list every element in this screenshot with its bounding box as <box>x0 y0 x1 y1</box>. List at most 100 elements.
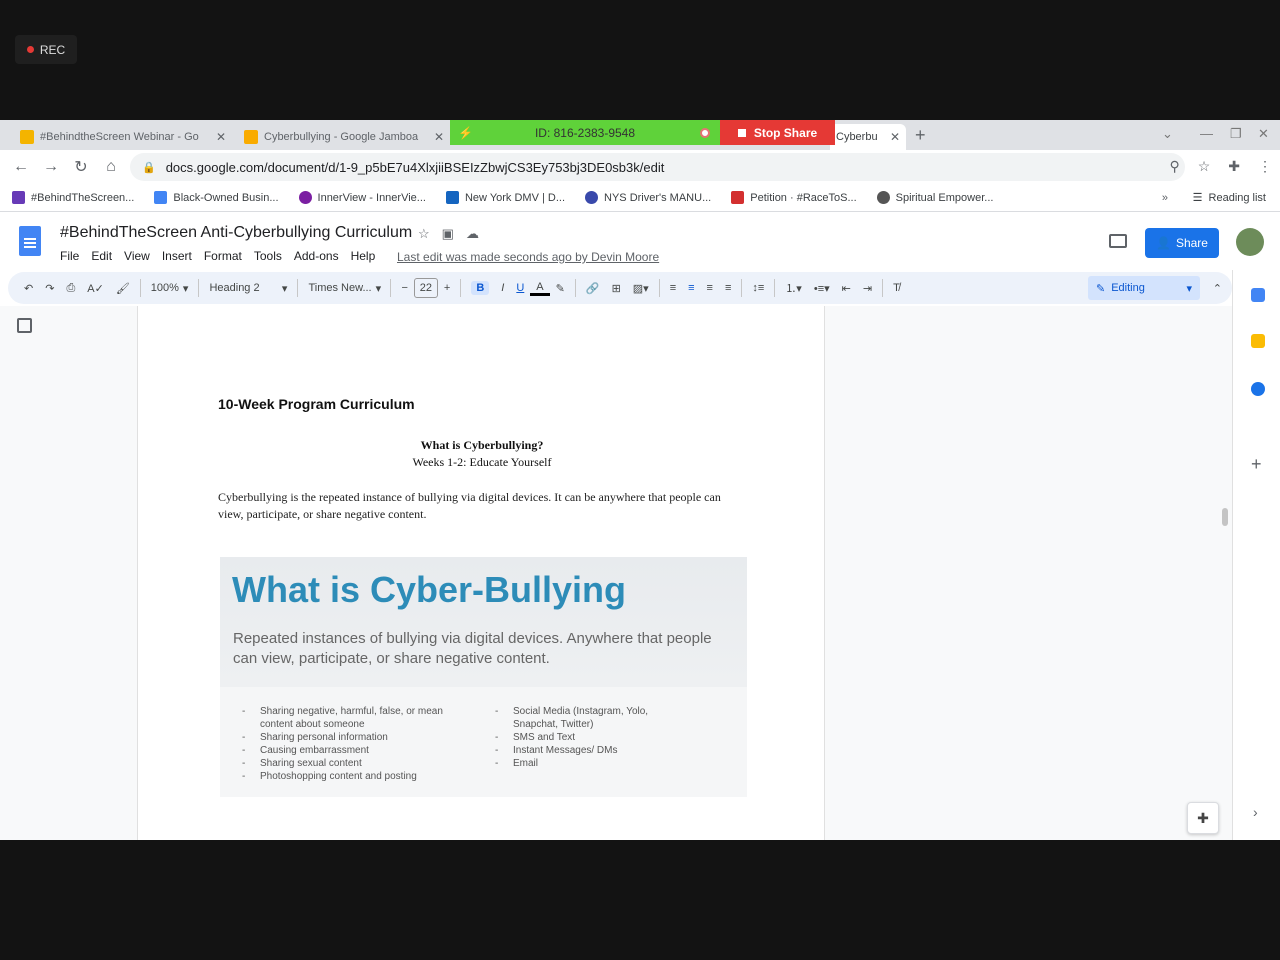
share-label: Share <box>1175 236 1208 250</box>
zoom-select[interactable]: 100% ▾ <box>145 282 195 295</box>
scrollbar-thumb[interactable] <box>1222 508 1228 526</box>
bookmark[interactable]: #BehindTheScreen... <box>12 191 134 204</box>
menu-help[interactable]: Help <box>351 249 376 263</box>
comments-icon[interactable] <box>1109 234 1127 248</box>
editing-mode-select[interactable]: ✎ Editing ▾ <box>1088 276 1200 300</box>
stop-share-button[interactable]: Stop Share <box>720 120 835 145</box>
menu-insert[interactable]: Insert <box>162 249 192 263</box>
browser-tab[interactable]: Cyberbullying - Google Jamboa ✕ <box>238 124 450 150</box>
menu-view[interactable]: View <box>124 249 150 263</box>
bookmark[interactable]: New York DMV | D... <box>445 191 565 204</box>
bookmark[interactable]: InnerView - InnerVie... <box>298 191 426 204</box>
bookmark[interactable]: Spiritual Empower... <box>876 191 993 204</box>
highlight-icon[interactable]: ✎ <box>550 282 571 295</box>
bookmark[interactable]: NYS Driver's MANU... <box>585 191 711 204</box>
list-item: Instant Messages/ DMs <box>495 744 695 757</box>
divider <box>139 279 141 297</box>
numbered-list-icon[interactable]: ⒈▾ <box>779 280 808 296</box>
close-tab-icon[interactable]: ✕ <box>890 130 900 144</box>
menu-addons[interactable]: Add-ons <box>294 249 339 263</box>
print-icon[interactable]: ⎙ <box>60 282 81 295</box>
zoom-search-icon[interactable]: ⚲ <box>1169 158 1179 175</box>
browser-tab-active[interactable]: Cyberbu ✕ <box>830 124 906 150</box>
outline-icon[interactable] <box>17 318 32 333</box>
docs-logo-icon[interactable] <box>19 226 41 256</box>
back-icon[interactable]: ← <box>6 158 36 176</box>
minimize-icon[interactable]: — <box>1200 126 1213 141</box>
menu-edit[interactable]: Edit <box>91 249 112 263</box>
document-page[interactable]: 10-Week Program Curriculum What is Cyber… <box>137 306 825 840</box>
spellcheck-icon[interactable]: A✓ <box>81 282 110 295</box>
avatar[interactable] <box>1236 228 1264 256</box>
last-edit-link[interactable]: Last edit was made seconds ago by Devin … <box>397 250 659 264</box>
style-select[interactable]: Heading 2 ▾ <box>203 282 293 295</box>
bold-icon[interactable]: B <box>471 281 490 295</box>
redo-icon[interactable]: ↷ <box>39 282 60 295</box>
font-select[interactable]: Times New... ▾ <box>302 282 386 295</box>
definition-paragraph: Cyberbullying is the repeated instance o… <box>218 490 721 521</box>
tab-search-icon[interactable]: ⌄ <box>1162 126 1173 142</box>
insert-image-icon[interactable]: ▨▾ <box>627 282 655 295</box>
undo-icon[interactable]: ↶ <box>18 282 39 295</box>
align-left-icon[interactable]: ≡ <box>664 282 682 294</box>
add-comment-button[interactable]: ✚ <box>1187 802 1219 834</box>
bookmark[interactable]: Black-Owned Busin... <box>154 191 279 204</box>
extensions-icon[interactable]: ✚ <box>1228 158 1240 175</box>
reading-list-button[interactable]: ☰ Reading list <box>1192 191 1266 205</box>
bookmarks-more-icon[interactable]: » <box>1162 192 1168 204</box>
stop-share-label: Stop Share <box>753 125 818 140</box>
forward-icon[interactable]: → <box>36 158 66 176</box>
plus-icon[interactable]: + <box>915 125 926 146</box>
restore-icon[interactable]: ❐ <box>1230 126 1242 142</box>
channels-list: Social Media (Instagram, Yolo, Snapchat,… <box>495 705 695 770</box>
add-comment-icon[interactable]: ⊞ <box>606 282 627 295</box>
text-color-icon[interactable]: A <box>530 281 550 296</box>
keep-icon[interactable] <box>1251 334 1265 348</box>
close-window-icon[interactable]: ✕ <box>1258 126 1269 142</box>
underline-icon[interactable]: U <box>510 282 530 294</box>
link-icon[interactable]: 🔗 <box>580 282 606 295</box>
star-icon[interactable]: ☆ <box>1198 158 1211 175</box>
close-tab-icon[interactable]: ✕ <box>216 130 226 144</box>
font-size-input[interactable]: 22 <box>413 278 438 298</box>
justify-icon[interactable]: ≡ <box>719 282 737 294</box>
reload-icon[interactable]: ↻ <box>66 157 96 177</box>
browser-tab[interactable]: #BehindtheScreen Webinar - Go ✕ <box>14 124 232 150</box>
menu-file[interactable]: File <box>60 249 79 263</box>
cloud-status-icon[interactable]: ☁ <box>466 226 479 242</box>
clear-formatting-icon[interactable]: T̸ <box>887 282 906 294</box>
list-item: SMS and Text <box>495 731 695 744</box>
paint-format-icon[interactable]: 🖌 <box>110 282 136 295</box>
line-spacing-icon[interactable]: ↕≡ <box>746 282 770 294</box>
share-button[interactable]: 👤 Share <box>1145 228 1219 258</box>
decrease-font-icon[interactable]: − <box>395 282 413 294</box>
slide-header: What is Cyber-Bullying Repeated instance… <box>220 557 747 687</box>
align-center-icon[interactable]: ≡ <box>682 282 700 294</box>
menu-format[interactable]: Format <box>204 249 242 263</box>
italic-icon[interactable]: I <box>495 282 510 294</box>
increase-font-icon[interactable]: + <box>438 282 456 294</box>
menu-tools[interactable]: Tools <box>254 249 282 263</box>
home-icon[interactable]: ⌂ <box>96 158 126 176</box>
record-status-icon <box>700 127 710 138</box>
meeting-id: ID: 816-2383-9548 <box>534 125 636 140</box>
tasks-icon[interactable] <box>1251 382 1265 396</box>
move-folder-icon[interactable]: ▣ <box>442 226 454 242</box>
close-tab-icon[interactable]: ✕ <box>434 130 444 144</box>
embedded-slide-image[interactable]: What is Cyber-Bullying Repeated instance… <box>220 557 747 797</box>
bookmark[interactable]: Petition · #RaceToS... <box>731 191 857 204</box>
decrease-indent-icon[interactable]: ⇤ <box>836 282 857 295</box>
calendar-icon[interactable] <box>1251 288 1265 302</box>
add-on-plus-icon[interactable]: + <box>1251 454 1262 475</box>
reading-list-icon: ☰ <box>1192 192 1203 204</box>
align-right-icon[interactable]: ≡ <box>701 282 719 294</box>
collapse-menus-icon[interactable]: ⌃ <box>1213 282 1222 295</box>
address-bar[interactable]: 🔒 docs.google.com/document/d/1-9_p5bE7u4… <box>130 153 1185 181</box>
bulleted-list-icon[interactable]: •≡▾ <box>808 282 836 295</box>
increase-indent-icon[interactable]: ⇥ <box>857 282 878 295</box>
menu-icon[interactable]: ⋮ <box>1258 158 1272 175</box>
document-title[interactable]: #BehindTheScreen Anti-Cyberbullying Curr… <box>60 224 412 242</box>
zoom-share-bar[interactable]: ⚡ ID: 816-2383-9548 <box>450 120 720 145</box>
show-side-panel-icon[interactable]: › <box>1253 804 1258 820</box>
star-icon[interactable]: ☆ <box>418 226 430 242</box>
